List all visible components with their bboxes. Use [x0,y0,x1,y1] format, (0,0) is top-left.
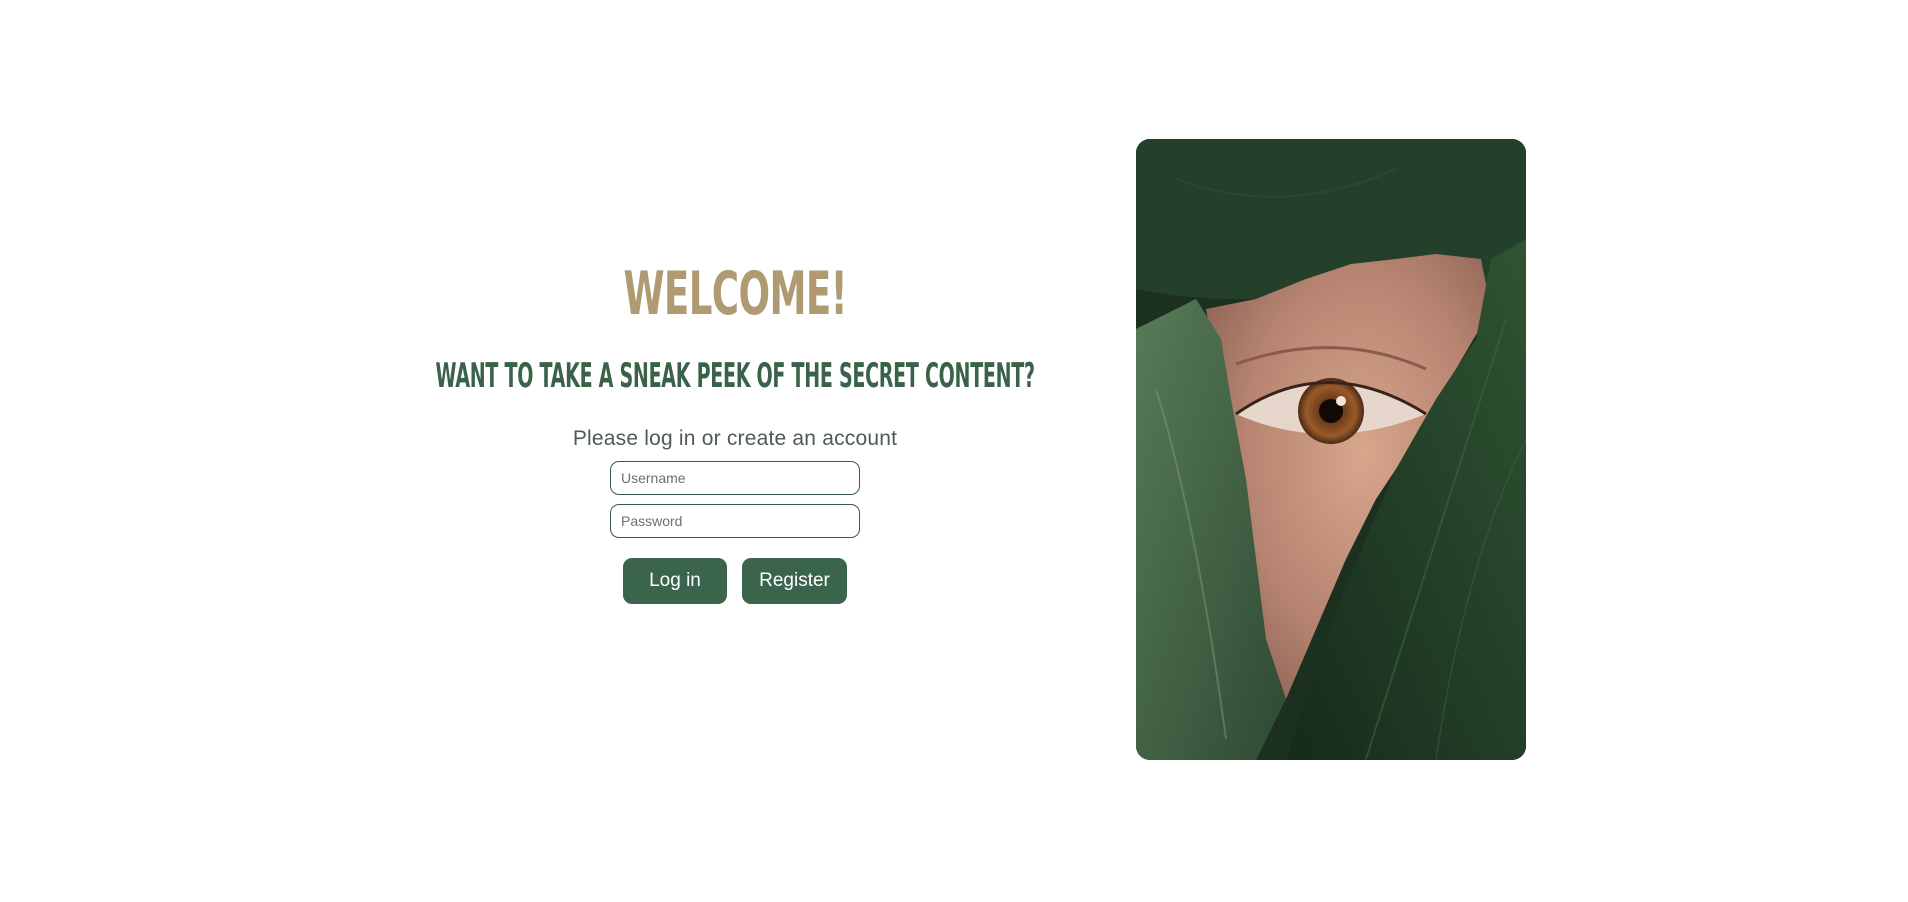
welcome-subtitle: WANT TO TAKE A SNEAK PEEK OF THE SECRET … [435,356,1035,396]
login-panel: WELCOME! WANT TO TAKE A SNEAK PEEK OF TH… [380,250,1090,604]
login-button[interactable]: Log in [623,558,727,604]
eye-through-leaves-illustration [1136,139,1526,760]
password-input[interactable] [610,504,860,538]
username-input[interactable] [610,461,860,495]
register-button[interactable]: Register [742,558,847,604]
login-prompt: Please log in or create an account [572,427,898,450]
welcome-title: WELCOME! [623,259,847,329]
auth-buttons: Log in Register [623,558,847,604]
login-page: WELCOME! WANT TO TAKE A SNEAK PEEK OF TH… [0,0,1908,902]
hero-image [1136,139,1526,760]
